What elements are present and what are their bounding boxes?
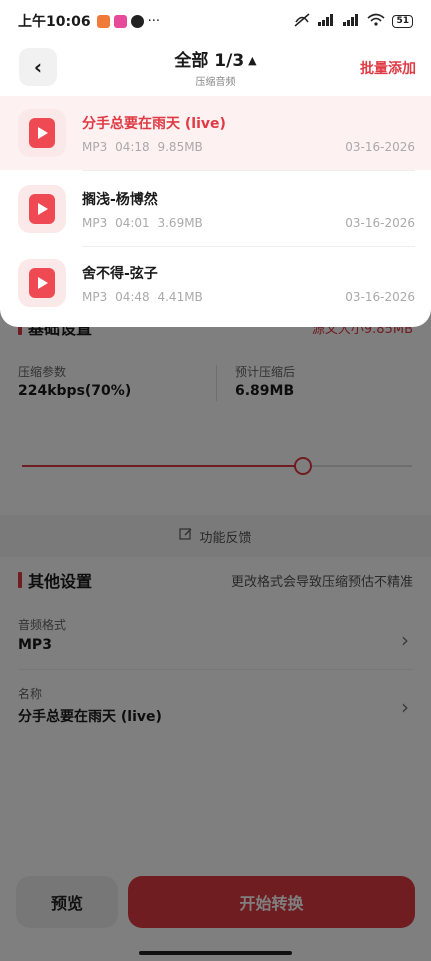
home-indicator[interactable] [139,951,292,955]
signal-icon [342,13,360,29]
page-title-text: 全部 1/3 [174,51,245,71]
file-list-item[interactable]: 搁浅-杨博然 MP3 04:01 3.69MB 03-16-2026 [0,172,431,246]
file-name: 搁浅-杨博然 [82,192,158,208]
file-list-item[interactable]: 分手总要在雨天 (live) MP3 04:18 9.85MB 03-16-2026 [0,96,431,170]
qq-icon [130,14,144,28]
caret-up-icon: ▲ [248,54,257,67]
file-list-sheet: 上午10:06 ··· 51 ‹ 全部 1/3 ▲ 压缩音频 批量添加 分手总要… [0,0,431,327]
status-right: 51 [294,12,413,30]
batch-add-button[interactable]: 批量添加 [360,58,416,78]
mute-icon [294,12,310,30]
file-format: MP3 [82,290,108,304]
more-icon: ··· [147,13,160,29]
file-meta: MP3 04:18 9.85MB [82,140,203,154]
notification-icons: ··· [96,13,160,29]
file-format: MP3 [82,140,108,154]
sheet-header: ‹ 全部 1/3 ▲ 压缩音频 批量添加 [0,42,431,94]
signal-icon [317,13,335,29]
battery-icon: 51 [392,14,413,28]
file-name: 舍不得-弦子 [82,266,158,282]
file-date: 03-16-2026 [345,140,415,154]
audio-file-icon [18,259,66,307]
file-meta: MP3 04:48 4.41MB [82,290,203,304]
app-notification-icon [113,14,127,28]
file-meta: MP3 04:01 3.69MB [82,216,203,230]
audio-file-icon [18,185,66,233]
file-date: 03-16-2026 [345,290,415,304]
file-size: 3.69MB [157,216,203,230]
file-duration: 04:18 [115,140,150,154]
app-notification-icon [96,14,110,28]
status-time: 上午10:06 [18,14,91,30]
file-divider [82,170,415,171]
wifi-icon [367,13,385,29]
file-size: 9.85MB [157,140,203,154]
file-list-item[interactable]: 舍不得-弦子 MP3 04:48 4.41MB 03-16-2026 [0,246,431,320]
file-format: MP3 [82,216,108,230]
file-duration: 04:01 [115,216,150,230]
status-bar: 上午10:06 ··· 51 [0,0,431,42]
file-duration: 04:48 [115,290,150,304]
file-size: 4.41MB [157,290,203,304]
file-date: 03-16-2026 [345,216,415,230]
audio-file-icon [18,109,66,157]
file-name: 分手总要在雨天 (live) [82,116,226,132]
